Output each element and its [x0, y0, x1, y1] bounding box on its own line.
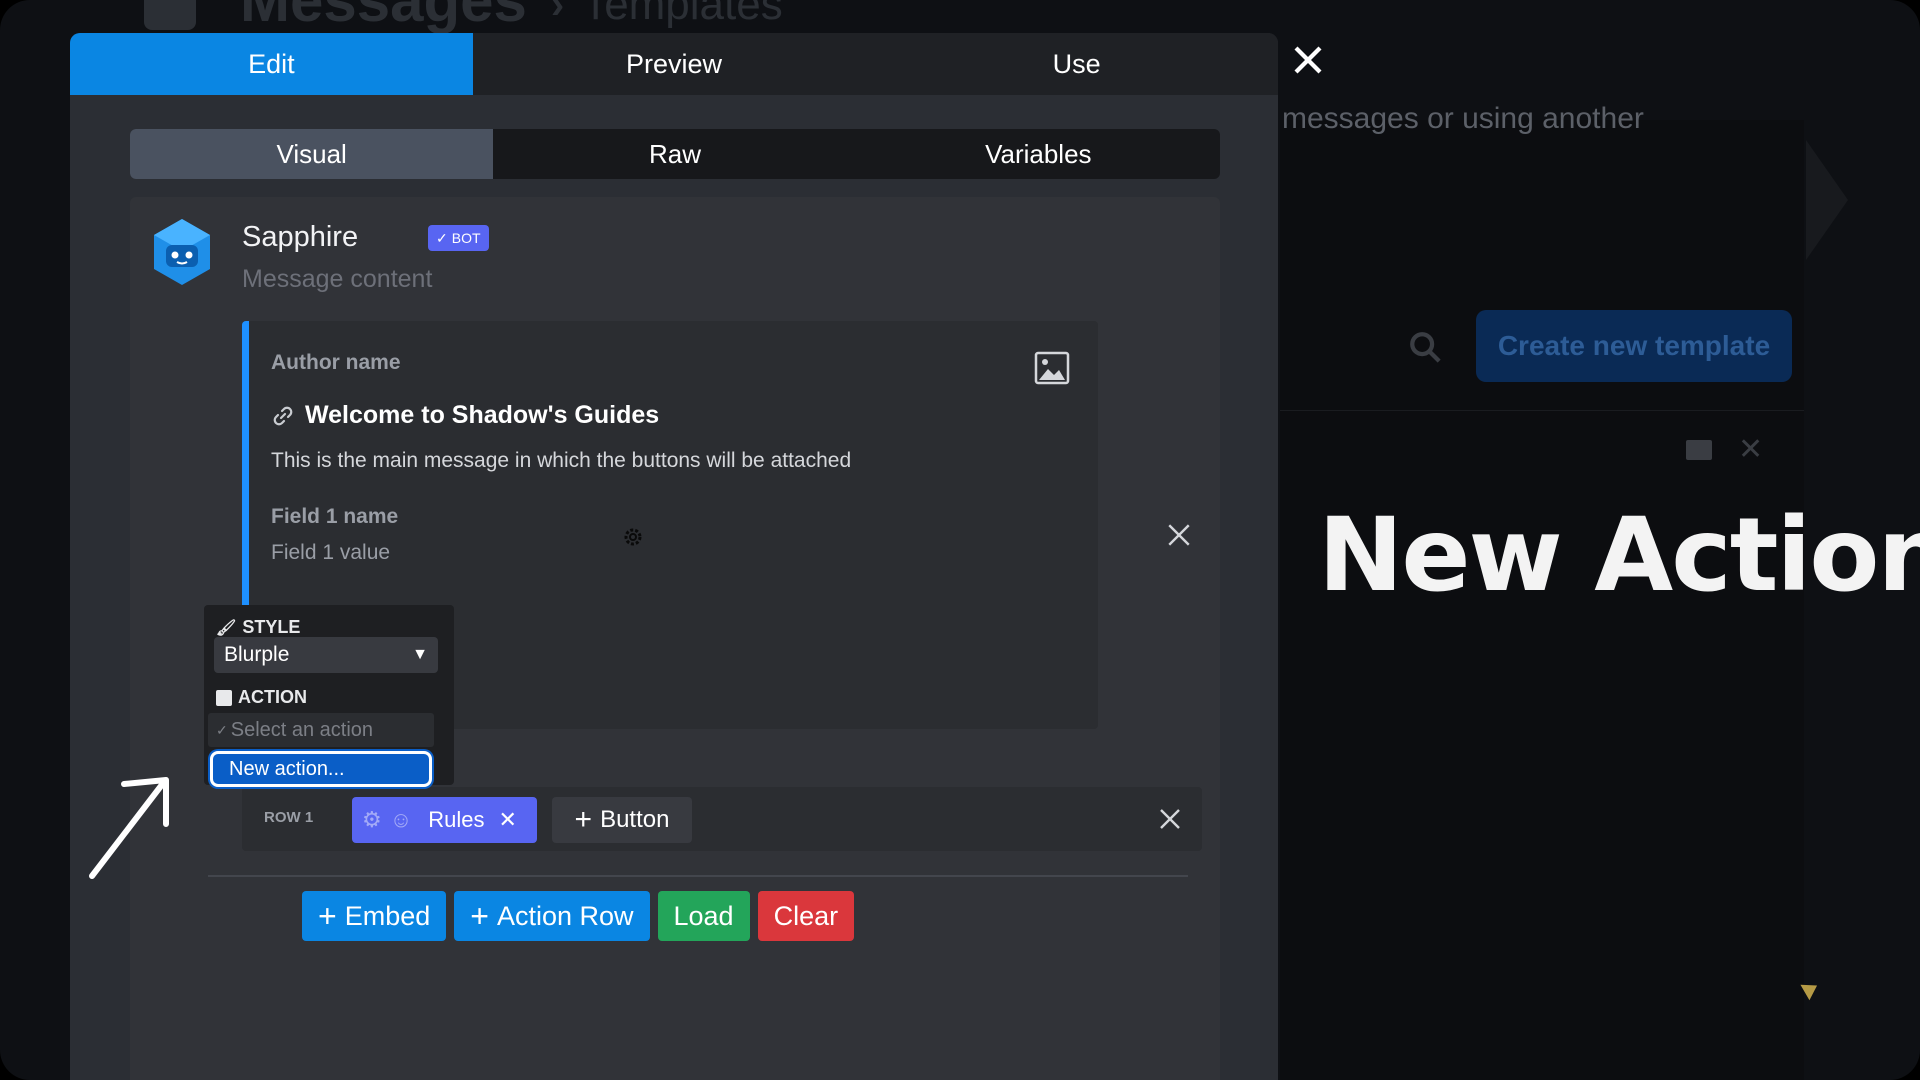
plus-icon: +	[470, 897, 489, 934]
tab-edit[interactable]: Edit	[70, 33, 473, 95]
message-content-input[interactable]: Message content	[242, 265, 432, 294]
top-tabs: Edit Preview Use	[70, 33, 1278, 95]
close-embed-icon[interactable]	[1166, 522, 1192, 548]
action-select[interactable]: ✓ Select an action	[208, 713, 434, 747]
link-icon[interactable]	[271, 404, 295, 428]
bottom-toolbar: + Embed + Action Row Load Clear	[302, 891, 855, 941]
add-button-button[interactable]: + Button	[552, 797, 692, 843]
new-action-option[interactable]: New action...	[210, 751, 432, 787]
background-page-title: Messages › Templates	[140, 0, 783, 35]
bot-username: Sapphire	[242, 221, 359, 253]
embed-description[interactable]: This is the main message in which the bu…	[271, 449, 851, 473]
add-action-row-button[interactable]: + Action Row	[454, 891, 650, 941]
gear-icon[interactable]	[621, 525, 645, 549]
close-modal-icon[interactable]	[1292, 44, 1324, 76]
paint-icon: 🖌	[216, 619, 237, 637]
tab-raw[interactable]: Raw	[493, 129, 856, 179]
bot-avatar	[154, 219, 210, 285]
field-name[interactable]: Field 1 name	[271, 505, 398, 529]
action-row: ROW 1 ⚙ ☺ Rules ✕ + Button	[242, 787, 1202, 851]
overlay-title: New Action	[1318, 496, 1920, 615]
folder-icon[interactable]	[1686, 440, 1712, 460]
embed-author-name[interactable]: Author name	[271, 351, 401, 375]
field-value[interactable]: Field 1 value	[271, 541, 390, 565]
embed-title[interactable]: Welcome to Shadow's Guides	[305, 401, 659, 430]
chevron-right-icon	[1806, 140, 1848, 260]
editor-sub-tabs: Visual Raw Variables	[130, 129, 1220, 179]
add-embed-button[interactable]: + Embed	[302, 891, 447, 941]
template-editor-modal: Edit Preview Use Visual Raw Variables Sa…	[70, 33, 1278, 1080]
image-icon[interactable]	[1034, 351, 1070, 385]
template-row	[1280, 410, 1804, 500]
clear-button[interactable]: Clear	[757, 891, 855, 941]
row-label: ROW 1	[264, 809, 314, 826]
close-icon[interactable]: ✕	[1738, 432, 1763, 467]
style-select[interactable]: Blurple ▼	[214, 637, 438, 673]
chevron-down-icon: ▼	[412, 646, 428, 663]
tab-preview[interactable]: Preview	[473, 33, 876, 95]
emoji-icon: ☺	[389, 807, 413, 832]
action-label: ACTION	[216, 687, 307, 708]
rules-button[interactable]: ⚙ ☺ Rules ✕	[352, 797, 537, 843]
app-frame: Messages › Templates messages or using ano…	[0, 0, 1920, 1080]
plus-icon: +	[574, 803, 593, 836]
embed-title-row: Welcome to Shadow's Guides	[271, 401, 659, 430]
create-template-button[interactable]: Create new template	[1476, 310, 1792, 382]
search-icon[interactable]	[1408, 330, 1442, 364]
button-settings-popup: 🖌 STYLE Blurple ▼ ACTION ✓ Select an act…	[204, 605, 454, 787]
edit-icon	[216, 689, 232, 706]
bot-badge: ✓ BOT	[428, 225, 489, 251]
style-label: 🖌 STYLE	[216, 617, 301, 637]
check-icon: ✓	[216, 721, 228, 738]
remove-button-icon[interactable]: ✕	[498, 807, 516, 833]
tab-variables[interactable]: Variables	[857, 129, 1220, 179]
gear-icon: ⚙	[362, 807, 382, 832]
close-row-icon[interactable]	[1158, 807, 1182, 831]
plus-icon: +	[318, 897, 337, 934]
pointer-arrow-icon	[89, 777, 169, 879]
message-preview: Sapphire ✓ BOT Message content Author na…	[130, 197, 1220, 1080]
check-icon: ✓	[436, 229, 448, 246]
tab-visual[interactable]: Visual	[130, 129, 494, 179]
background-description: messages or using another	[1282, 102, 1644, 135]
breadcrumb-templates: Templates	[582, 0, 783, 30]
load-button[interactable]: Load	[657, 891, 750, 941]
divider	[208, 875, 1188, 877]
tab-use[interactable]: Use	[875, 33, 1278, 95]
